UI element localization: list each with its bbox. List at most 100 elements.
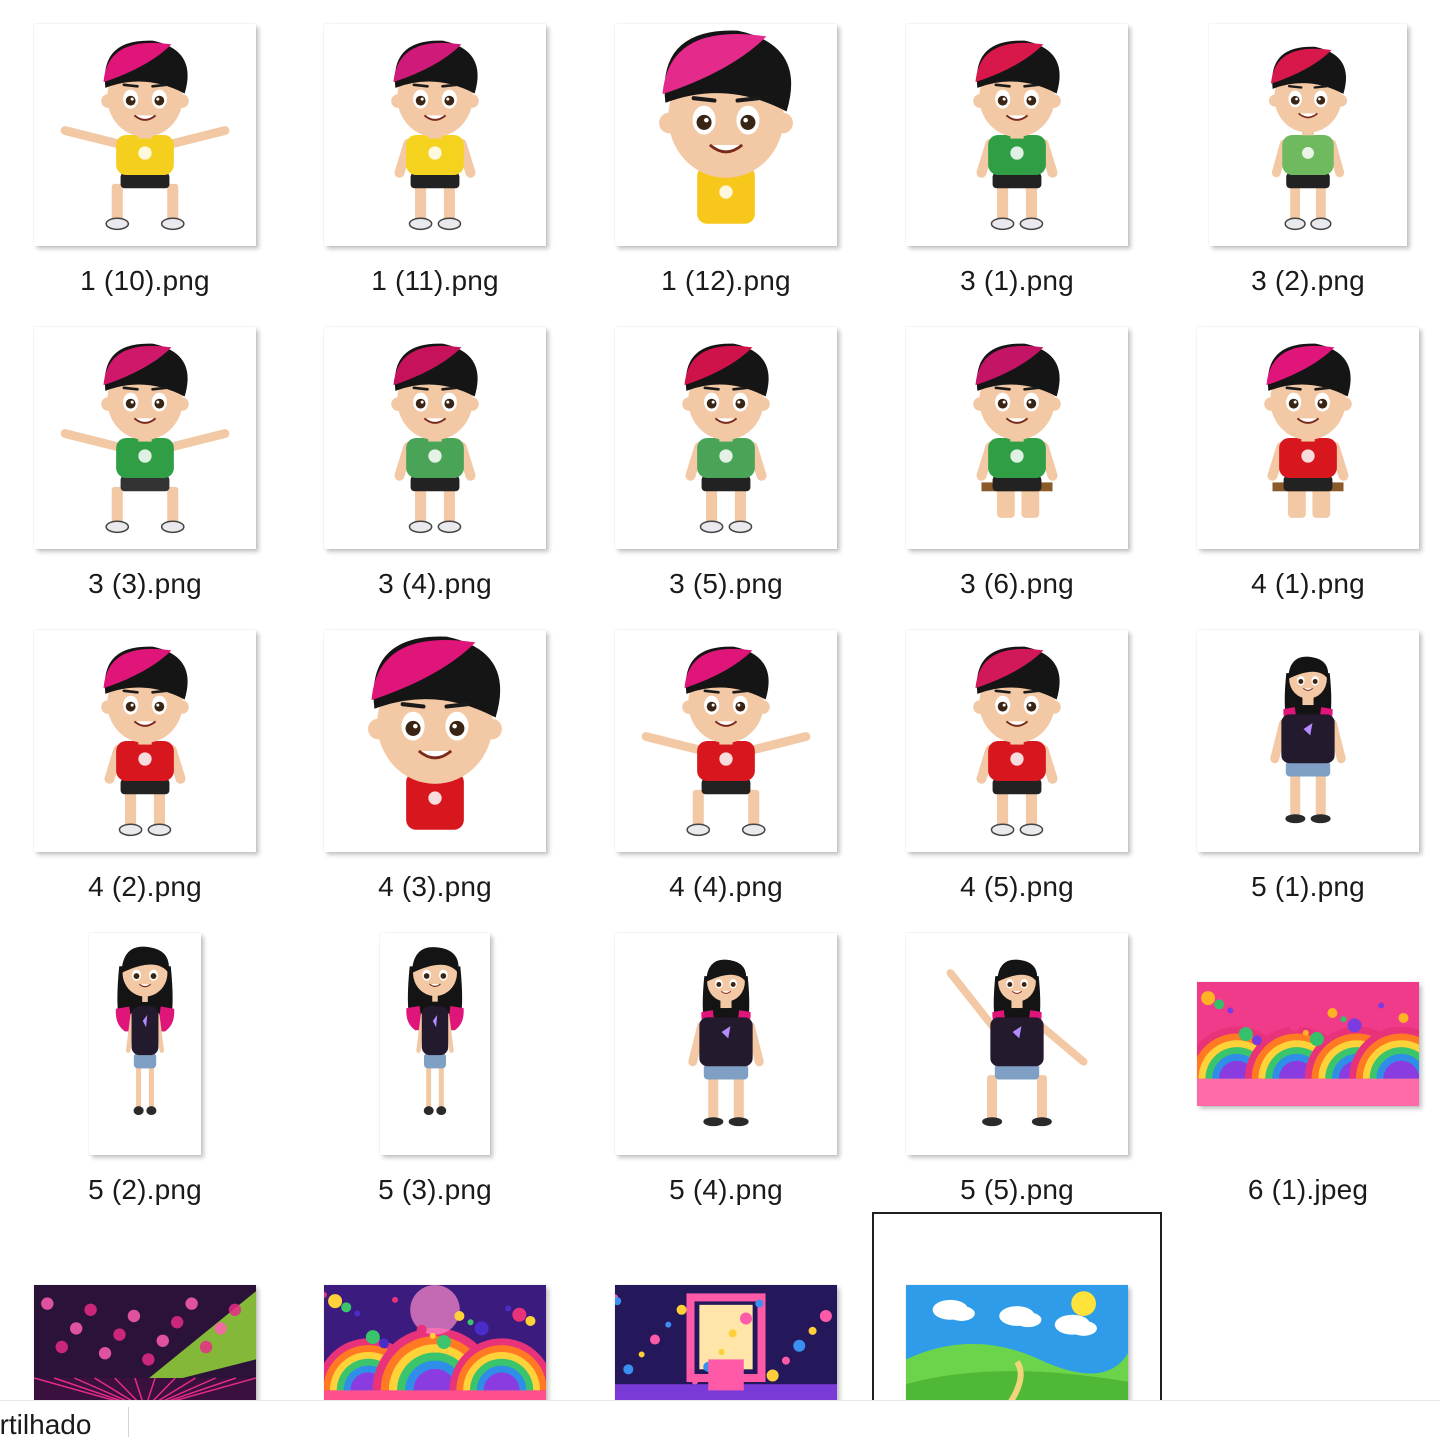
file-item[interactable]: 4 (2).png bbox=[0, 606, 290, 906]
file-name-label: 6 (1).jpeg bbox=[1247, 1174, 1369, 1205]
file-name-label: 4 (3).png bbox=[378, 871, 492, 902]
file-thumbnail[interactable] bbox=[1163, 20, 1440, 250]
file-item[interactable]: 4 (3).png bbox=[290, 606, 580, 906]
file-name-label: 5 (4).png bbox=[669, 1174, 783, 1205]
preview-graphic bbox=[659, 30, 793, 224]
character-image-preview bbox=[615, 933, 837, 1155]
file-thumbnail[interactable] bbox=[0, 1232, 290, 1400]
file-item[interactable]: 3 (1).png bbox=[872, 0, 1162, 300]
background-image-preview bbox=[1197, 982, 1419, 1106]
file-item[interactable]: 3 (4).png bbox=[290, 303, 580, 603]
background-image-preview bbox=[324, 1285, 546, 1400]
file-thumbnail[interactable] bbox=[872, 929, 1162, 1159]
file-thumbnail[interactable] bbox=[581, 626, 871, 856]
preview-graphic bbox=[391, 40, 479, 231]
preview-graphic bbox=[682, 343, 770, 534]
preview-graphic bbox=[973, 646, 1061, 837]
file-name-label: 5 (2).png bbox=[88, 1174, 202, 1205]
file-item[interactable]: 5 (2).png bbox=[0, 909, 290, 1209]
file-thumbnail[interactable] bbox=[581, 1232, 871, 1400]
character-image-preview bbox=[1197, 630, 1419, 852]
file-item[interactable]: 3 (5).png bbox=[581, 303, 871, 603]
file-thumbnail[interactable] bbox=[1163, 929, 1440, 1159]
file-thumbnail[interactable] bbox=[290, 626, 580, 856]
file-thumbnail[interactable] bbox=[581, 323, 871, 553]
file-item[interactable]: 6 (3).jpeg bbox=[290, 1212, 580, 1400]
file-name-label: 3 (3).png bbox=[88, 568, 202, 599]
character-image-preview bbox=[34, 630, 256, 852]
character-image-preview bbox=[615, 327, 837, 549]
preview-graphic bbox=[1268, 46, 1348, 231]
file-item[interactable]: 4 (4).png bbox=[581, 606, 871, 906]
file-thumbnail[interactable] bbox=[581, 20, 871, 250]
file-name-label: 3 (4).png bbox=[378, 568, 492, 599]
preview-graphic bbox=[34, 1285, 256, 1400]
preview-graphic bbox=[324, 1285, 546, 1400]
file-thumbnail[interactable] bbox=[290, 20, 580, 250]
file-item[interactable]: 3 (2).png bbox=[1163, 0, 1440, 300]
preview-graphic bbox=[946, 959, 1088, 1127]
file-thumbnail[interactable] bbox=[290, 323, 580, 553]
file-thumbnail[interactable] bbox=[1163, 323, 1440, 553]
file-item[interactable]: 4 (1).png bbox=[1163, 303, 1440, 603]
file-thumbnail[interactable] bbox=[0, 929, 290, 1159]
character-image-preview bbox=[34, 24, 256, 246]
file-name-label: 3 (5).png bbox=[669, 568, 783, 599]
character-image-preview bbox=[615, 630, 837, 852]
preview-graphic bbox=[1197, 982, 1419, 1106]
preview-graphic bbox=[641, 646, 811, 837]
file-name-label: 4 (2).png bbox=[88, 871, 202, 902]
preview-graphic bbox=[973, 40, 1061, 231]
preview-graphic bbox=[391, 343, 479, 534]
file-thumbnail[interactable] bbox=[0, 323, 290, 553]
preview-graphic bbox=[688, 959, 764, 1127]
file-thumbnail[interactable] bbox=[0, 626, 290, 856]
file-thumbnail[interactable] bbox=[290, 929, 580, 1159]
character-image-preview bbox=[380, 933, 490, 1155]
preview-graphic bbox=[1264, 343, 1352, 518]
file-thumbnail[interactable] bbox=[872, 626, 1162, 856]
file-item[interactable]: 4 (5).png bbox=[872, 606, 1162, 906]
background-image-preview bbox=[906, 1285, 1128, 1400]
character-image-preview bbox=[1209, 24, 1407, 246]
file-item[interactable]: 6 (1).jpeg bbox=[1163, 909, 1440, 1209]
character-image-preview bbox=[615, 24, 837, 246]
preview-graphic bbox=[1270, 656, 1346, 824]
file-name-label: 4 (1).png bbox=[1251, 568, 1365, 599]
file-thumbnail[interactable] bbox=[872, 323, 1162, 553]
file-item[interactable]: 6 (4).jpeg bbox=[581, 1212, 871, 1400]
file-item[interactable]: 5 (4).png bbox=[581, 909, 871, 1209]
preview-graphic bbox=[615, 1285, 837, 1400]
character-image-preview bbox=[906, 24, 1128, 246]
character-image-preview bbox=[906, 327, 1128, 549]
file-item[interactable]: 5 (1).png bbox=[1163, 606, 1440, 906]
character-image-preview bbox=[34, 327, 256, 549]
character-image-preview bbox=[324, 327, 546, 549]
file-thumbnail[interactable] bbox=[1163, 626, 1440, 856]
file-item[interactable]: 1 (12).png bbox=[581, 0, 871, 300]
file-thumbnail[interactable] bbox=[290, 1232, 580, 1400]
background-image-preview bbox=[615, 1285, 837, 1400]
file-item[interactable]: 5 (5).png bbox=[872, 909, 1162, 1209]
preview-graphic bbox=[368, 636, 502, 830]
file-thumbnail[interactable] bbox=[872, 20, 1162, 250]
file-grid: 1 (10).png 1 (11).png 1 (12).png 3 (1).png 3… bbox=[0, 0, 1440, 1400]
character-image-preview bbox=[324, 24, 546, 246]
file-item[interactable]: 6 (2).jpeg bbox=[0, 1212, 290, 1400]
file-name-label: 4 (5).png bbox=[960, 871, 1074, 902]
file-thumbnail[interactable] bbox=[581, 929, 871, 1159]
file-thumbnail[interactable] bbox=[0, 20, 290, 250]
file-thumbnail[interactable] bbox=[872, 1232, 1162, 1400]
file-item[interactable]: 1 (11).png bbox=[290, 0, 580, 300]
file-name-label: 3 (6).png bbox=[960, 568, 1074, 599]
file-item[interactable]: 6 (5).jpeg bbox=[872, 1212, 1162, 1400]
character-image-preview bbox=[89, 933, 201, 1155]
status-bar: artilhado bbox=[0, 1400, 1440, 1441]
background-image-preview bbox=[34, 1285, 256, 1400]
file-item[interactable]: 3 (6).png bbox=[872, 303, 1162, 603]
file-item[interactable]: 3 (3).png bbox=[0, 303, 290, 603]
status-text: artilhado bbox=[0, 1409, 92, 1440]
file-item[interactable]: 1 (10).png bbox=[0, 0, 290, 300]
file-item[interactable]: 5 (3).png bbox=[290, 909, 580, 1209]
file-name-label: 5 (5).png bbox=[960, 1174, 1074, 1205]
